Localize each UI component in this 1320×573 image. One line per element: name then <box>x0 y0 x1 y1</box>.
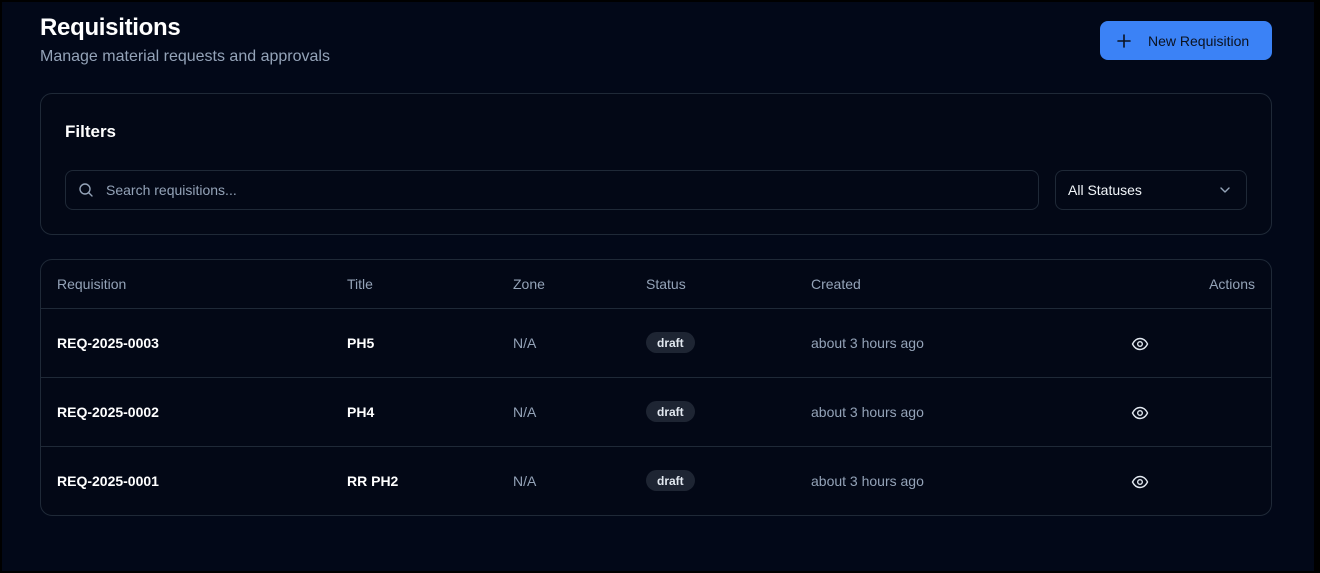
search-icon <box>79 183 93 197</box>
requisition-id: REQ-2025-0001 <box>57 473 159 489</box>
requisition-title: RR PH2 <box>347 473 399 489</box>
requisition-title: PH5 <box>347 335 375 351</box>
eye-icon[interactable] <box>1131 473 1149 491</box>
filters-title: Filters <box>65 122 117 141</box>
new-requisition-button[interactable]: New Requisition <box>1100 21 1272 60</box>
column-header-title[interactable]: Title <box>347 276 373 292</box>
column-header-requisition[interactable]: Requisition <box>57 276 126 292</box>
requisition-created: about 3 hours ago <box>811 335 924 351</box>
plus-icon <box>1117 33 1131 48</box>
status-badge: draft <box>646 470 695 491</box>
search-input[interactable] <box>106 182 1006 198</box>
requisition-zone: N/A <box>513 473 537 489</box>
requisition-created: about 3 hours ago <box>811 404 924 420</box>
eye-icon[interactable] <box>1131 335 1149 353</box>
requisition-created: about 3 hours ago <box>811 473 924 489</box>
chevron-down-icon <box>1220 187 1230 193</box>
search-field[interactable] <box>65 170 1039 210</box>
table-row[interactable]: REQ-2025-0003 PH5 N/A draft about 3 hour… <box>41 309 1271 378</box>
requisition-zone: N/A <box>513 335 537 351</box>
page-title: Requisitions <box>40 14 181 41</box>
eye-icon[interactable] <box>1131 404 1149 422</box>
requisitions-table: Requisition Title Zone Status Created Ac… <box>40 259 1272 516</box>
page-subtitle: Manage material requests and approvals <box>40 48 330 65</box>
table-row[interactable]: REQ-2025-0001 RR PH2 N/A draft about 3 h… <box>41 447 1271 515</box>
status-badge: draft <box>646 332 695 353</box>
status-badge: draft <box>646 401 695 422</box>
status-filter-select[interactable]: All Statuses <box>1055 170 1247 210</box>
column-header-status[interactable]: Status <box>646 276 686 292</box>
column-header-created[interactable]: Created <box>811 276 861 292</box>
column-header-actions: Actions <box>1209 276 1255 292</box>
requisition-zone: N/A <box>513 404 537 420</box>
new-requisition-label: New Requisition <box>1148 32 1250 49</box>
app-frame: Requisitions Manage material requests an… <box>0 0 1320 573</box>
column-header-zone[interactable]: Zone <box>513 276 545 292</box>
requisition-id: REQ-2025-0003 <box>57 335 159 351</box>
table-header: Requisition Title Zone Status Created Ac… <box>41 260 1271 309</box>
requisition-title: PH4 <box>347 404 375 420</box>
table-row[interactable]: REQ-2025-0002 PH4 N/A draft about 3 hour… <box>41 378 1271 447</box>
status-filter-value: All Statuses <box>1068 182 1142 198</box>
filters-card: Filters All Statuses <box>40 93 1272 235</box>
requisition-id: REQ-2025-0002 <box>57 404 159 420</box>
